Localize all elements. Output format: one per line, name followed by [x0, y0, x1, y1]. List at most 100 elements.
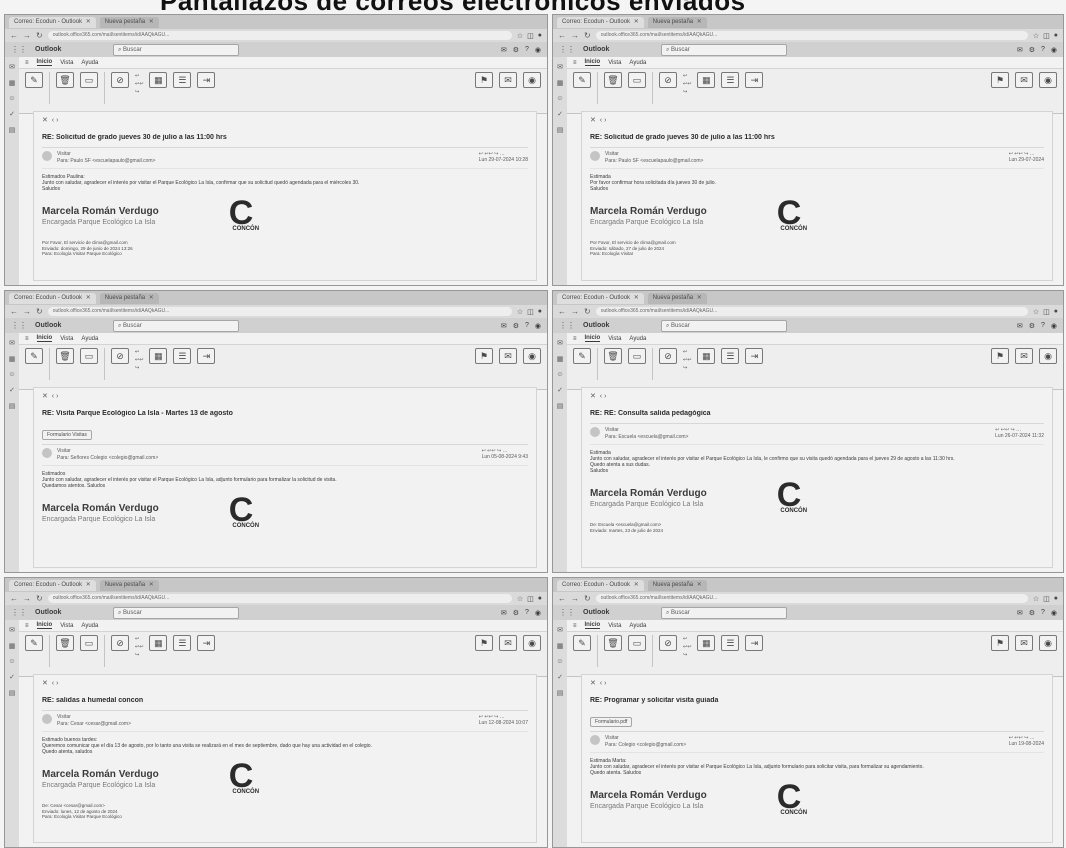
- reply-all-icon[interactable]: ↩↩: [683, 644, 691, 650]
- close-icon[interactable]: ✕: [149, 295, 154, 301]
- people-icon[interactable]: ☺: [556, 658, 563, 665]
- help-icon[interactable]: ?: [1041, 46, 1045, 54]
- close-icon[interactable]: ✕: [697, 19, 702, 25]
- help-icon[interactable]: ?: [1041, 609, 1045, 617]
- close-icon[interactable]: ✕: [697, 295, 702, 301]
- attachment-chip[interactable]: Formulario.pdf: [590, 717, 633, 727]
- hamburger-icon[interactable]: ≡: [573, 336, 577, 342]
- calendar-icon[interactable]: ▦: [557, 355, 564, 363]
- settings-icon[interactable]: ⚙: [513, 46, 519, 54]
- chat-icon[interactable]: ✉: [501, 609, 507, 617]
- reply-icon[interactable]: ↩: [135, 636, 143, 642]
- mail-icon[interactable]: ✉: [9, 626, 15, 634]
- back-icon[interactable]: ←: [558, 307, 566, 316]
- chat-icon[interactable]: ✉: [1017, 46, 1023, 54]
- read-unread-button[interactable]: ✉: [1015, 348, 1033, 364]
- calendar-icon[interactable]: ▦: [9, 355, 16, 363]
- chevron-right-icon[interactable]: ›: [56, 117, 58, 124]
- url-input[interactable]: outlook.office365.com/mail/sentitems/id/…: [595, 307, 1028, 316]
- archive-button[interactable]: ▭: [628, 635, 646, 651]
- browser-tab[interactable]: Nueva pestaña ✕: [647, 292, 707, 304]
- url-input[interactable]: outlook.office365.com/mail/sentitems/id/…: [47, 594, 512, 603]
- close-icon[interactable]: ✕: [42, 117, 48, 124]
- mail-icon[interactable]: ✉: [9, 339, 15, 347]
- settings-icon[interactable]: ⚙: [513, 322, 519, 330]
- meeting-button[interactable]: ▦: [149, 348, 168, 364]
- browser-tab[interactable]: Nueva pestaña ✕: [99, 292, 159, 304]
- report-button[interactable]: ⊘: [659, 635, 677, 651]
- search-input[interactable]: ⌕ Buscar: [661, 606, 787, 619]
- new-mail-button[interactable]: ✎: [573, 348, 591, 364]
- avatar[interactable]: ◉: [535, 46, 541, 54]
- read-unread-button[interactable]: ✉: [1015, 635, 1033, 651]
- people-icon[interactable]: ☺: [8, 371, 15, 378]
- report-button[interactable]: ⊘: [111, 635, 129, 651]
- copilot-button[interactable]: ◉: [1039, 635, 1057, 651]
- reload-icon[interactable]: ↻: [584, 31, 591, 40]
- copilot-button[interactable]: ◉: [523, 348, 541, 364]
- extension-icon[interactable]: ◫: [1043, 595, 1050, 603]
- people-icon[interactable]: ☺: [556, 371, 563, 378]
- profile-icon[interactable]: ●: [1054, 595, 1058, 603]
- star-icon[interactable]: ☆: [1033, 32, 1039, 40]
- back-icon[interactable]: ←: [10, 307, 18, 316]
- delete-button[interactable]: 🗑: [604, 72, 622, 88]
- reply-all-icon[interactable]: ↩↩: [683, 81, 691, 87]
- close-icon[interactable]: ✕: [590, 680, 596, 687]
- tab-vista[interactable]: Vista: [60, 623, 73, 629]
- close-icon[interactable]: ✕: [697, 582, 702, 588]
- app-launcher-icon[interactable]: ⋮⋮: [11, 321, 27, 330]
- avatar[interactable]: ◉: [1051, 46, 1057, 54]
- forward-icon[interactable]: →: [23, 594, 31, 603]
- calendar-icon[interactable]: ▦: [557, 79, 564, 87]
- delete-button[interactable]: 🗑: [604, 635, 622, 651]
- forward-mail-icon[interactable]: ↪: [683, 89, 691, 95]
- chevron-right-icon[interactable]: ›: [56, 393, 58, 400]
- move-button[interactable]: ⇥: [745, 635, 764, 651]
- help-icon[interactable]: ?: [1041, 322, 1045, 330]
- move-button[interactable]: ⇥: [745, 72, 764, 88]
- archive-button[interactable]: ▭: [628, 72, 646, 88]
- close-icon[interactable]: ✕: [42, 680, 48, 687]
- delete-button[interactable]: 🗑: [56, 635, 74, 651]
- star-icon[interactable]: ☆: [1033, 595, 1039, 603]
- help-icon[interactable]: ?: [525, 46, 529, 54]
- app-launcher-icon[interactable]: ⋮⋮: [559, 608, 575, 617]
- tab-inicio[interactable]: Inicio: [36, 622, 53, 629]
- delete-button[interactable]: 🗑: [56, 72, 74, 88]
- tab-inicio[interactable]: Inicio: [36, 59, 53, 66]
- close-icon[interactable]: ✕: [149, 582, 154, 588]
- meeting-button[interactable]: ▦: [697, 72, 716, 88]
- close-icon[interactable]: ✕: [590, 117, 596, 124]
- delete-button[interactable]: 🗑: [604, 348, 622, 364]
- reply-icon[interactable]: ↩: [683, 636, 691, 642]
- forward-icon[interactable]: →: [23, 31, 31, 40]
- browser-tab[interactable]: Correo: Ecodun - Outlook ✕: [557, 16, 644, 28]
- chevron-right-icon[interactable]: ›: [56, 680, 58, 687]
- chevron-right-icon[interactable]: ›: [604, 393, 606, 400]
- calendar-icon[interactable]: ▦: [557, 642, 564, 650]
- app-launcher-icon[interactable]: ⋮⋮: [11, 45, 27, 54]
- rules-button[interactable]: ☰: [721, 348, 740, 364]
- close-icon[interactable]: ✕: [149, 19, 154, 25]
- attachment-chip[interactable]: Formulario Visitas: [42, 430, 92, 440]
- archive-button[interactable]: ▭: [80, 635, 98, 651]
- browser-tab[interactable]: Nueva pestaña ✕: [647, 579, 707, 591]
- delete-button[interactable]: 🗑: [56, 348, 74, 364]
- search-input[interactable]: ⌕ Buscar: [113, 606, 239, 619]
- rules-button[interactable]: ☰: [721, 72, 740, 88]
- move-button[interactable]: ⇥: [197, 348, 216, 364]
- profile-icon[interactable]: ●: [1054, 32, 1058, 40]
- back-icon[interactable]: ←: [558, 594, 566, 603]
- close-icon[interactable]: ✕: [86, 19, 91, 25]
- reply-icon[interactable]: ↩: [683, 349, 691, 355]
- browser-tab[interactable]: Nueva pestaña ✕: [99, 579, 159, 591]
- forward-mail-icon[interactable]: ↪: [135, 652, 143, 658]
- chat-icon[interactable]: ✉: [1017, 322, 1023, 330]
- forward-icon[interactable]: →: [571, 31, 579, 40]
- close-icon[interactable]: ✕: [634, 295, 639, 301]
- copilot-button[interactable]: ◉: [523, 72, 541, 88]
- chevron-left-icon[interactable]: ‹: [52, 393, 54, 400]
- app-launcher-icon[interactable]: ⋮⋮: [11, 608, 27, 617]
- tasks-icon[interactable]: ✓: [557, 673, 563, 681]
